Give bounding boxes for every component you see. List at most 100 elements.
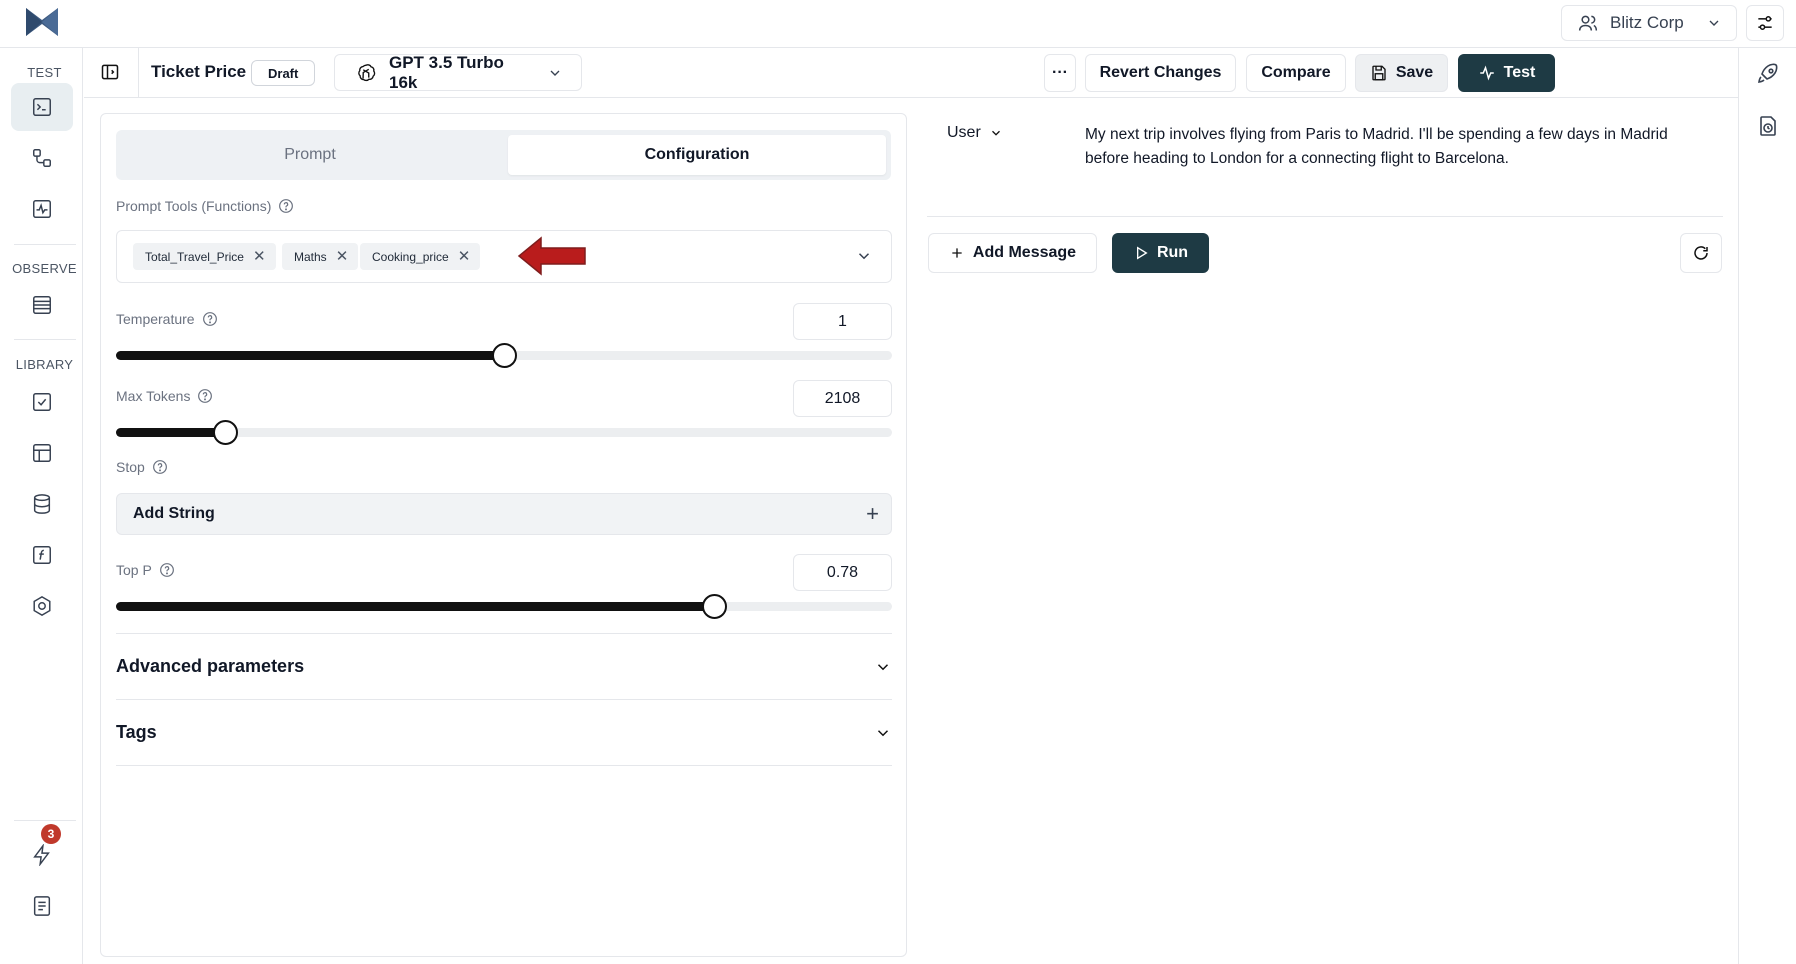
prompt-tools-select[interactable]: Total_Travel_Price ✕ Maths ✕ Cooking_pri… [116,230,892,283]
revert-changes-button[interactable]: Revert Changes [1085,54,1236,92]
more-icon: ··· [1052,64,1068,81]
slider-fill [116,428,225,437]
test-label: Test [1503,64,1536,81]
left-nav: TEST OBSERVE LIBRARY 3 [6,48,83,964]
hexagon-settings-icon [31,595,53,617]
nav-item-evaluators[interactable] [11,378,73,426]
run-button[interactable]: Run [1112,233,1209,273]
nav-item-settings[interactable] [11,582,73,630]
activity-icon [31,198,53,220]
top-p-input[interactable]: 0.78 [793,554,892,591]
prompt-title[interactable]: Ticket Price [151,62,246,82]
sidebar-toggle-icon [100,62,120,82]
run-label: Run [1156,244,1189,261]
tool-chip: Maths ✕ [282,243,359,270]
add-message-button[interactable]: Add Message [928,233,1097,273]
advanced-parameters-label: Advanced parameters [116,656,305,676]
nav-item-prompt-tools[interactable] [11,531,73,579]
help-icon[interactable] [152,459,168,475]
org-switcher[interactable]: Blitz Corp [1561,5,1737,41]
message-role-selector[interactable]: User [947,124,1003,142]
nav-section-observe: OBSERVE [12,261,77,276]
help-icon[interactable] [278,198,294,214]
temperature-input[interactable]: 1 [793,303,892,340]
advanced-parameters-accordion[interactable]: Advanced parameters [116,633,892,699]
add-string-label: Add String [133,505,215,522]
toggle-sidebar-button[interactable] [96,58,124,86]
slider-thumb[interactable] [492,343,517,368]
openai-icon [355,62,377,84]
prompt-tools-label-text: Prompt Tools (Functions) [116,198,272,214]
right-rail [1738,48,1796,964]
prompt-tools-label: Prompt Tools (Functions) [116,198,294,214]
reset-button[interactable] [1680,233,1722,273]
more-options-button[interactable]: ··· [1044,54,1076,92]
tool-chip: Cooking_price ✕ [360,243,481,270]
message-content[interactable]: My next trip involves flying from Paris … [1085,123,1705,171]
top-p-label: Top P [116,562,175,578]
slider-thumb[interactable] [212,420,238,445]
chevron-down-icon [874,724,892,742]
compare-button[interactable]: Compare [1246,54,1346,92]
max-tokens-input[interactable]: 2108 [793,380,892,417]
help-icon[interactable] [202,311,218,327]
slider-thumb[interactable] [701,594,727,619]
model-name: GPT 3.5 Turbo 16k [389,52,504,92]
checkbox-icon [31,391,53,413]
nav-item-evaluations[interactable] [11,185,73,233]
max-tokens-label: Max Tokens [116,388,213,404]
role-label: User [947,124,981,141]
workflow-icon [31,147,53,169]
function-icon [31,544,53,566]
list-icon [31,294,53,316]
temperature-slider[interactable] [116,343,892,368]
add-message-label: Add Message [972,244,1077,261]
help-icon[interactable] [197,388,213,404]
config-tabs: Prompt Configuration [116,130,891,180]
lightning-icon [31,844,53,866]
top-p-label-text: Top P [116,562,152,578]
chevron-down-icon [874,658,892,676]
history-document-icon[interactable] [1756,114,1780,138]
chevron-down-icon[interactable] [855,247,873,265]
settings-sliders-button[interactable] [1746,5,1784,41]
test-button[interactable]: Test [1458,54,1555,92]
stop-label: Stop [116,459,168,475]
tab-prompt[interactable]: Prompt [121,135,499,175]
deploy-rocket-icon[interactable] [1756,62,1780,86]
remove-chip-icon[interactable]: ✕ [458,249,471,264]
editor-toolbar: Ticket Price Draft GPT 3.5 Turbo 16k ···… [84,48,1738,98]
nav-item-logs[interactable] [11,281,73,329]
help-icon[interactable] [159,562,175,578]
nav-divider [14,244,76,245]
nav-item-context-sources[interactable] [11,480,73,528]
toolbar-divider [138,48,139,98]
add-stop-string-button[interactable]: Add String + [116,493,892,535]
nav-item-datasets[interactable] [11,429,73,477]
max-tokens-label-text: Max Tokens [116,388,191,404]
nav-item-workflows[interactable] [11,134,73,182]
remove-chip-icon[interactable]: ✕ [336,249,349,264]
status-badge: Draft [251,60,316,86]
model-selector[interactable]: GPT 3.5 Turbo 16k [334,52,582,92]
top-p-slider[interactable] [116,594,892,619]
activity-icon [1478,64,1496,82]
chevron-down-icon [547,65,563,81]
terminal-icon [31,96,53,118]
nav-item-docs[interactable] [11,882,73,930]
max-tokens-slider[interactable] [116,420,892,445]
configuration-panel: Prompt Configuration Prompt Tools (Funct… [100,113,907,957]
save-button[interactable]: Save [1355,54,1448,92]
app-logo-icon[interactable] [24,6,60,38]
nav-item-playground[interactable] [11,83,73,131]
nav-divider [14,820,76,821]
plus-icon [949,245,965,261]
tags-label: Tags [116,722,157,742]
compare-label: Compare [1261,64,1331,81]
users-icon [1578,13,1598,33]
tab-configuration[interactable]: Configuration [508,135,886,175]
remove-chip-icon[interactable]: ✕ [253,249,266,264]
tags-accordion[interactable]: Tags [116,699,892,765]
plus-icon: + [866,501,879,526]
slider-fill [116,351,504,360]
